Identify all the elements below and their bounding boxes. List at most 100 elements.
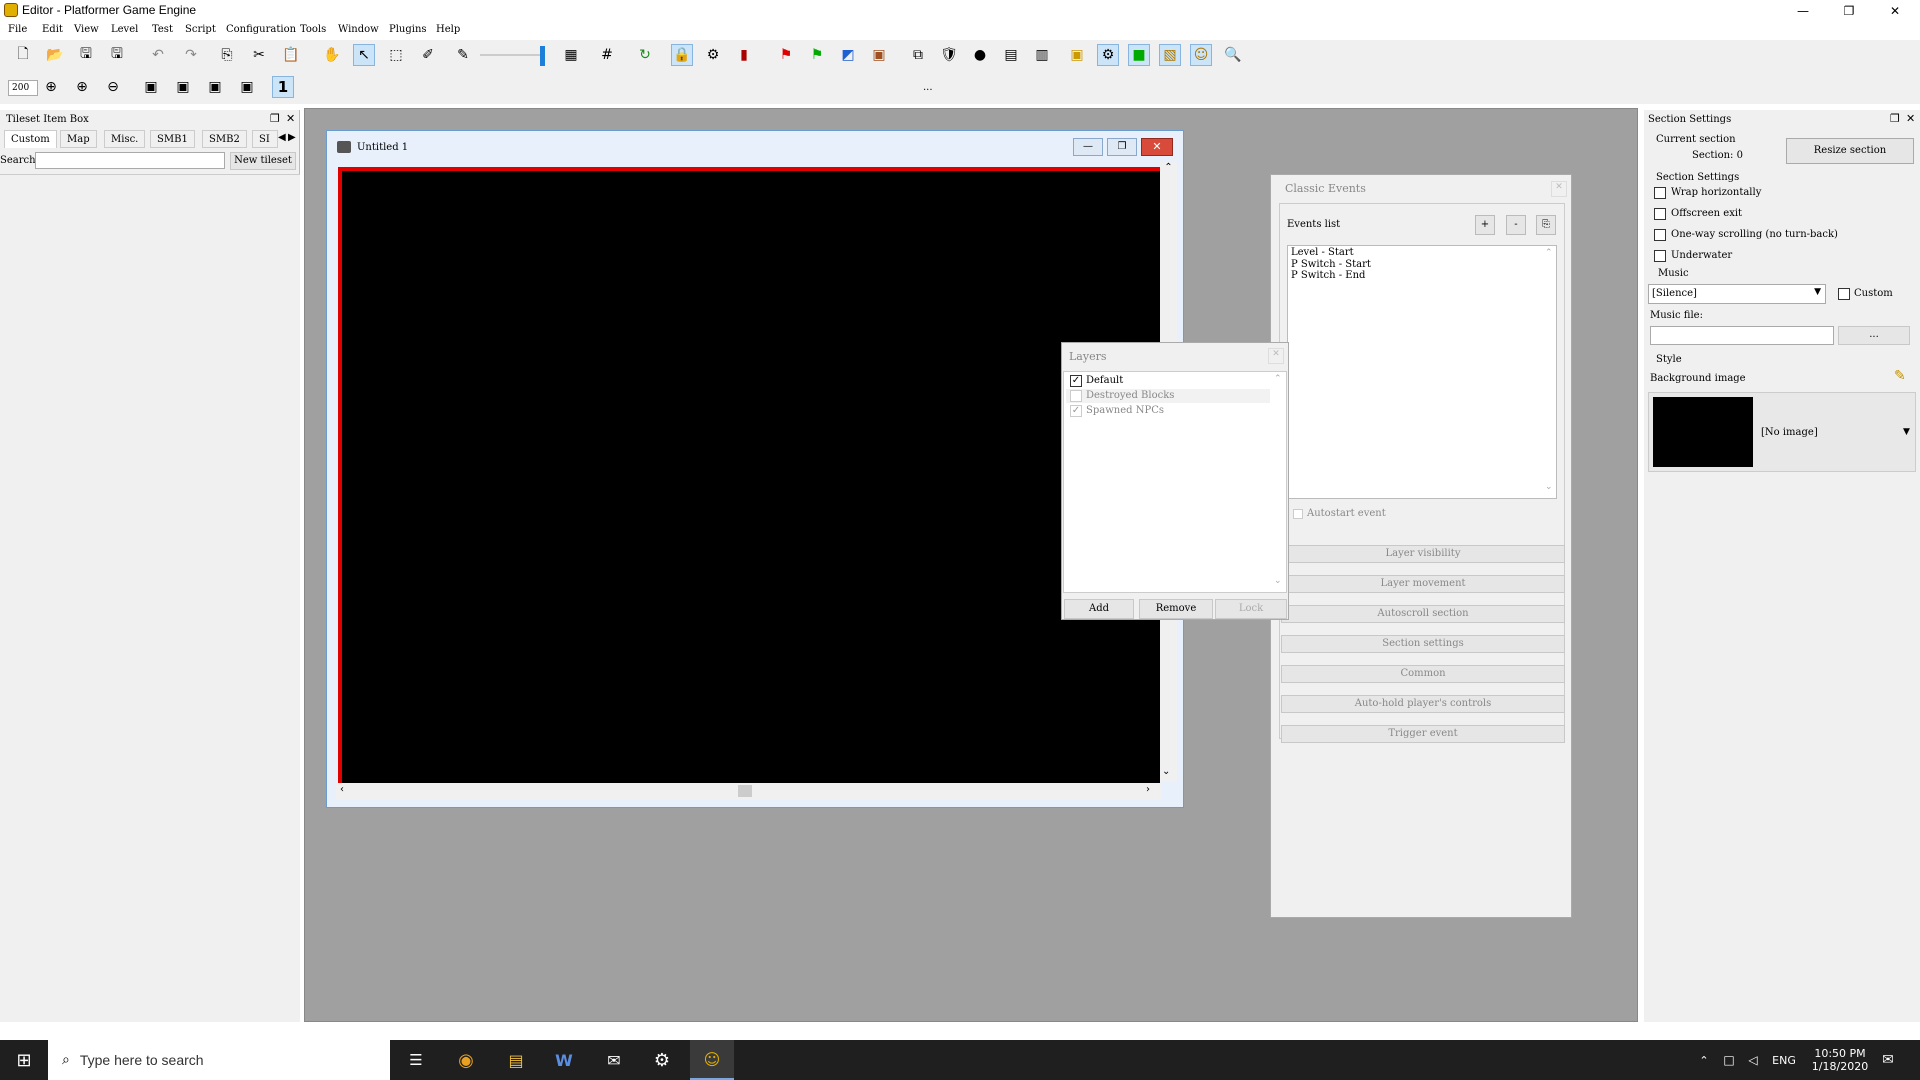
add-layer-button[interactable]: Add: [1064, 599, 1134, 619]
file-explorer-icon[interactable]: ▤: [496, 1040, 536, 1080]
autoscroll-section-button[interactable]: Autoscroll section: [1281, 605, 1565, 623]
undo-icon[interactable]: ↶: [147, 44, 169, 66]
lock-blocks-icon[interactable]: 🔒: [671, 44, 693, 66]
menu-file[interactable]: File: [8, 24, 27, 35]
resize4-icon[interactable]: ▣: [236, 76, 258, 98]
background-select[interactable]: [No image] ▼: [1648, 392, 1916, 472]
resize2-icon[interactable]: ▣: [172, 76, 194, 98]
volume-icon[interactable]: ◁: [1742, 1040, 1764, 1080]
layers-icon[interactable]: ⧉: [907, 44, 929, 66]
task-view-icon[interactable]: ☰: [396, 1040, 436, 1080]
list-item[interactable]: P Switch - Start: [1288, 259, 1556, 270]
menu-test[interactable]: Test: [152, 24, 173, 35]
redo-icon[interactable]: ↷: [180, 44, 202, 66]
menu-tools[interactable]: Tools: [300, 24, 326, 35]
new-file-icon[interactable]: 🗋: [12, 44, 34, 66]
search-input[interactable]: [35, 152, 225, 169]
more-sections[interactable]: ...: [923, 82, 933, 93]
remove-layer-button[interactable]: Remove: [1139, 599, 1213, 619]
new-tileset-button[interactable]: New tileset: [230, 152, 296, 170]
player2-start-icon[interactable]: ⚑: [806, 44, 828, 66]
events-close-icon[interactable]: ✕: [1551, 181, 1567, 197]
resize3-icon[interactable]: ▣: [204, 76, 226, 98]
sub-close-icon[interactable]: ✕: [1141, 138, 1173, 156]
tab-misc[interactable]: Misc.: [104, 130, 146, 148]
music-select[interactable]: [Silence] ▼: [1648, 284, 1826, 304]
rect-select-icon[interactable]: ⬚: [385, 44, 407, 66]
refresh-icon[interactable]: ↻: [634, 44, 656, 66]
layers-scroll-up-icon[interactable]: ⌃: [1274, 374, 1282, 384]
section-close-icon[interactable]: ✕: [1906, 112, 1915, 125]
menu-help[interactable]: Help: [436, 24, 460, 35]
list-item[interactable]: P Switch - End: [1288, 270, 1556, 281]
level-canvas[interactable]: [338, 167, 1160, 783]
hand-icon[interactable]: ✋: [321, 44, 343, 66]
scroll-left-icon[interactable]: ‹: [340, 784, 344, 795]
list-item[interactable]: Level - Start: [1288, 246, 1556, 259]
tab-smb1[interactable]: SMB1: [150, 130, 195, 148]
duplicate-event-icon[interactable]: ⎘: [1536, 215, 1556, 235]
open-folder-icon[interactable]: 📂: [44, 44, 66, 66]
list-scroll-down-icon[interactable]: ⌄: [1545, 482, 1553, 492]
world-icon[interactable]: ●: [969, 44, 991, 66]
item-box-icon[interactable]: ▣: [1066, 44, 1088, 66]
paste-icon[interactable]: 📋: [280, 44, 302, 66]
zoom-search-icon[interactable]: 🔍: [1222, 44, 1244, 66]
layer-spawned-checkbox[interactable]: ✓: [1070, 405, 1082, 417]
mail-icon[interactable]: ✉: [594, 1040, 634, 1080]
float-icon[interactable]: ❐: [270, 112, 280, 125]
lock-layer-button[interactable]: Lock: [1215, 599, 1287, 619]
scroll-up-icon[interactable]: ⌃: [1160, 162, 1177, 173]
level-props-icon[interactable]: ▥: [1031, 44, 1053, 66]
layer-default-label[interactable]: Default: [1086, 375, 1123, 386]
layer-destroyed-label[interactable]: Destroyed Blocks: [1086, 390, 1174, 401]
eraser-icon[interactable]: ✐: [417, 44, 439, 66]
chrome-icon[interactable]: ◉: [446, 1040, 486, 1080]
layer-destroyed-checkbox[interactable]: [1070, 390, 1082, 402]
green-block-icon[interactable]: ■: [1128, 44, 1150, 66]
add-event-button[interactable]: +: [1475, 215, 1495, 235]
lock-door-icon[interactable]: ▮: [733, 44, 755, 66]
grid-view-icon[interactable]: ▦: [560, 44, 582, 66]
layer-visibility-button[interactable]: Layer visibility: [1281, 545, 1565, 563]
menu-level[interactable]: Level: [111, 24, 138, 35]
save-icon[interactable]: 🖫: [75, 44, 97, 66]
chevron-up-icon[interactable]: ⌃: [1696, 1040, 1712, 1080]
slider-thumb[interactable]: [540, 46, 545, 66]
language-indicator[interactable]: ENG: [1766, 1040, 1802, 1080]
scroll-down-icon[interactable]: ⌄: [1162, 766, 1170, 777]
sub-minimize-icon[interactable]: —: [1073, 138, 1103, 156]
resize-icon[interactable]: ▣: [140, 76, 162, 98]
pencil-icon[interactable]: ✎: [452, 44, 474, 66]
copy-icon[interactable]: ⎘: [216, 44, 238, 66]
h-scroll-thumb[interactable]: [738, 785, 752, 797]
tab-scroll-right-icon[interactable]: ▶: [288, 132, 296, 143]
autostart-checkbox[interactable]: [1293, 509, 1303, 519]
lock-npc-icon[interactable]: ⚙: [702, 44, 724, 66]
cut-icon[interactable]: ✂: [248, 44, 270, 66]
slider-track[interactable]: [480, 54, 540, 56]
windows-start-icon[interactable]: ⊞: [8, 1040, 40, 1080]
clock[interactable]: 10:50 PM 1/18/2020: [1800, 1040, 1880, 1080]
horizontal-scrollbar[interactable]: [336, 783, 1162, 800]
minimize-icon[interactable]: —: [1780, 0, 1826, 22]
word-icon[interactable]: W: [544, 1040, 584, 1080]
network-icon[interactable]: □: [1718, 1040, 1740, 1080]
tab-si[interactable]: SI: [252, 130, 278, 148]
wrap-horizontally-checkbox[interactable]: [1654, 187, 1666, 199]
section-settings-button[interactable]: Section settings: [1281, 635, 1565, 653]
layers-close-icon[interactable]: ✕: [1268, 348, 1284, 364]
bgo-icon[interactable]: ▧: [1159, 44, 1181, 66]
layer-default-checkbox[interactable]: ✓: [1070, 375, 1082, 387]
settings-gear-icon[interactable]: ⚙: [642, 1040, 682, 1080]
common-button[interactable]: Common: [1281, 665, 1565, 683]
save-as-icon[interactable]: 🖫: [106, 44, 128, 66]
menu-plugins[interactable]: Plugins: [389, 24, 427, 35]
scroll-right-icon[interactable]: ›: [1146, 784, 1150, 795]
events-list[interactable]: Level - Start P Switch - Start P Switch …: [1287, 245, 1557, 499]
music-file-input[interactable]: [1650, 326, 1834, 345]
layers-scroll-down-icon[interactable]: ⌄: [1274, 576, 1282, 586]
taskbar-search[interactable]: ⌕ Type here to search: [48, 1040, 390, 1080]
pencil-icon[interactable]: ✎: [1894, 368, 1906, 384]
restore-icon[interactable]: ❐: [1826, 0, 1872, 22]
